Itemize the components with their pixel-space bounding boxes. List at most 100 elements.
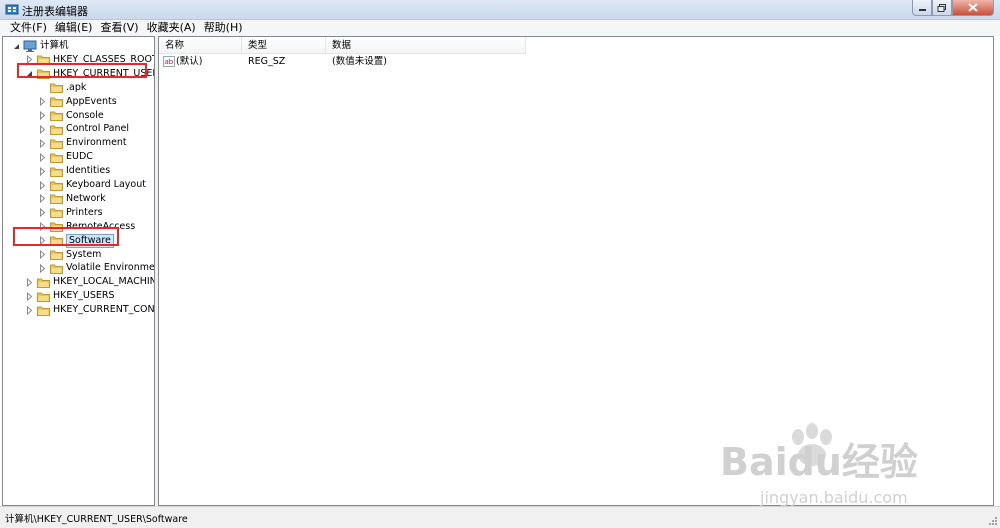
collapsed-arrow-icon[interactable] [37,192,47,206]
collapsed-arrow-icon[interactable] [37,150,47,164]
collapsed-arrow-icon[interactable] [37,178,47,192]
tree-item-label: HKEY_CLASSES_ROOT [53,53,155,65]
folder-icon [37,69,50,80]
tree-item[interactable]: Printers [37,206,103,220]
folder-icon [50,194,63,205]
tree-item[interactable]: HKEY_CLASSES_ROOT [24,53,155,67]
collapsed-arrow-icon[interactable] [37,109,47,123]
baidu-jingyan-watermark: Baidu经验 jingyan.baidu.com [720,423,918,507]
svg-text:ab: ab [165,58,174,66]
minimize-button[interactable] [912,0,932,16]
tree-item[interactable]: System [37,248,101,262]
tree-item[interactable]: Environment [37,136,127,150]
tree-item-label: Software [66,233,114,248]
folder-icon [50,83,63,94]
collapsed-arrow-icon[interactable] [37,234,47,248]
expanded-arrow-icon[interactable] [24,67,34,81]
tree-item[interactable]: Keyboard Layout [37,178,146,192]
tree-item[interactable]: Control Panel [37,122,129,136]
watermark-url: jingyan.baidu.com [759,488,908,507]
computer-icon [23,40,37,52]
tree-item[interactable]: Network [37,192,106,206]
folder-icon [37,306,50,316]
folder-icon [37,55,50,66]
value-data: (数值未设置) [332,56,387,67]
value-type: REG_SZ [248,56,286,67]
menu-favorites[interactable]: 收藏夹(A) [143,20,200,36]
tree-item-label: EUDC [66,151,93,163]
tree-item[interactable]: Volatile Environment [37,261,155,275]
tree-item[interactable]: Identities [37,164,110,178]
column-header-type[interactable]: 类型 [242,37,326,54]
close-icon [968,3,978,12]
tree-item-label: RemoteAccess [66,220,136,232]
string-value-icon: ab [163,56,175,67]
status-path: 计算机\HKEY_CURRENT_USER\Software [5,514,188,525]
collapsed-arrow-icon[interactable] [24,303,34,317]
collapsed-arrow-icon[interactable] [24,275,34,289]
regedit-icon [5,4,19,15]
tree-item-label: Printers [66,206,103,218]
tree-item-label: Keyboard Layout [66,179,146,190]
window-title: 注册表编辑器 [22,5,88,18]
collapsed-arrow-icon[interactable] [37,220,47,234]
collapsed-arrow-icon[interactable] [24,289,34,303]
tree-item-label: .apk [66,81,87,93]
tree-item-label: Volatile Environment [66,262,155,274]
tree-item[interactable]: 计算机 [11,39,69,53]
restore-icon [937,4,946,12]
registry-tree[interactable]: 计算机 HKEY_CLASSES_ROOT HKEY_CURRENT_USER .ap… [2,36,155,506]
value-name: (默认) [176,56,203,67]
title-bar: 注册表编辑器 [0,0,1000,20]
collapsed-arrow-icon[interactable] [37,95,47,109]
tree-item-label: AppEvents [66,95,117,107]
tree-item[interactable]: HKEY_CURRENT_USER [24,67,155,81]
value-row[interactable]: ab (默认) REG_SZ (数值未设置) [159,55,993,69]
collapsed-arrow-icon[interactable] [37,136,47,150]
status-bar: 计算机\HKEY_CURRENT_USER\Software [0,506,1000,528]
folder-icon [50,97,63,108]
tree-item[interactable]: .apk [37,81,86,95]
menu-edit[interactable]: 编辑(E) [51,20,97,36]
menu-view[interactable]: 查看(V) [96,20,142,36]
folder-icon [50,222,63,233]
menu-file[interactable]: 文件(F) [6,20,51,36]
folder-icon [50,139,63,149]
menu-help[interactable]: 帮助(H) [200,20,247,36]
menu-bar: 文件(F) 编辑(E) 查看(V) 收藏夹(A) 帮助(H) [0,20,1000,36]
tree-item[interactable]: HKEY_USERS [24,289,115,303]
tree-item[interactable]: EUDC [37,150,93,164]
column-header-name[interactable]: 名称 [159,37,242,54]
close-button[interactable] [952,0,994,16]
tree-item[interactable]: Software [37,233,114,248]
tree-item[interactable]: RemoteAccess [37,220,135,234]
expanded-arrow-icon[interactable] [11,39,21,53]
folder-icon [50,167,63,177]
folder-icon [50,111,63,121]
tree-item-label: Console [66,109,104,121]
tree-item[interactable]: HKEY_LOCAL_MACHINE [24,275,154,289]
collapsed-arrow-icon[interactable] [37,261,47,275]
tree-item[interactable]: AppEvents [37,95,117,109]
minimize-icon [918,8,926,11]
tree-item-label: Control Panel [66,123,129,135]
collapsed-arrow-icon[interactable] [37,206,47,220]
maximize-button[interactable] [932,0,952,16]
tree-item-label: Environment [66,137,127,149]
tree-item[interactable]: Console [37,109,104,123]
tree-item-label: HKEY_CURRENT_CONFIG [53,304,155,316]
collapsed-arrow-icon[interactable] [37,248,47,262]
collapsed-arrow-icon[interactable] [37,164,47,178]
tree-item-label: 计算机 [40,40,69,51]
tree-item-label: System [66,248,102,260]
no-expander [37,81,47,95]
collapsed-arrow-icon[interactable] [24,53,34,67]
resize-grip-icon[interactable] [988,516,998,526]
collapsed-arrow-icon[interactable] [37,122,47,136]
column-header-data[interactable]: 数据 [326,37,526,54]
tree-item-label: Identities [66,165,111,177]
folder-icon [50,236,63,247]
tree-item-label: HKEY_CURRENT_USER [53,67,155,79]
folder-icon [50,125,63,135]
tree-item[interactable]: HKEY_CURRENT_CONFIG [24,303,155,317]
